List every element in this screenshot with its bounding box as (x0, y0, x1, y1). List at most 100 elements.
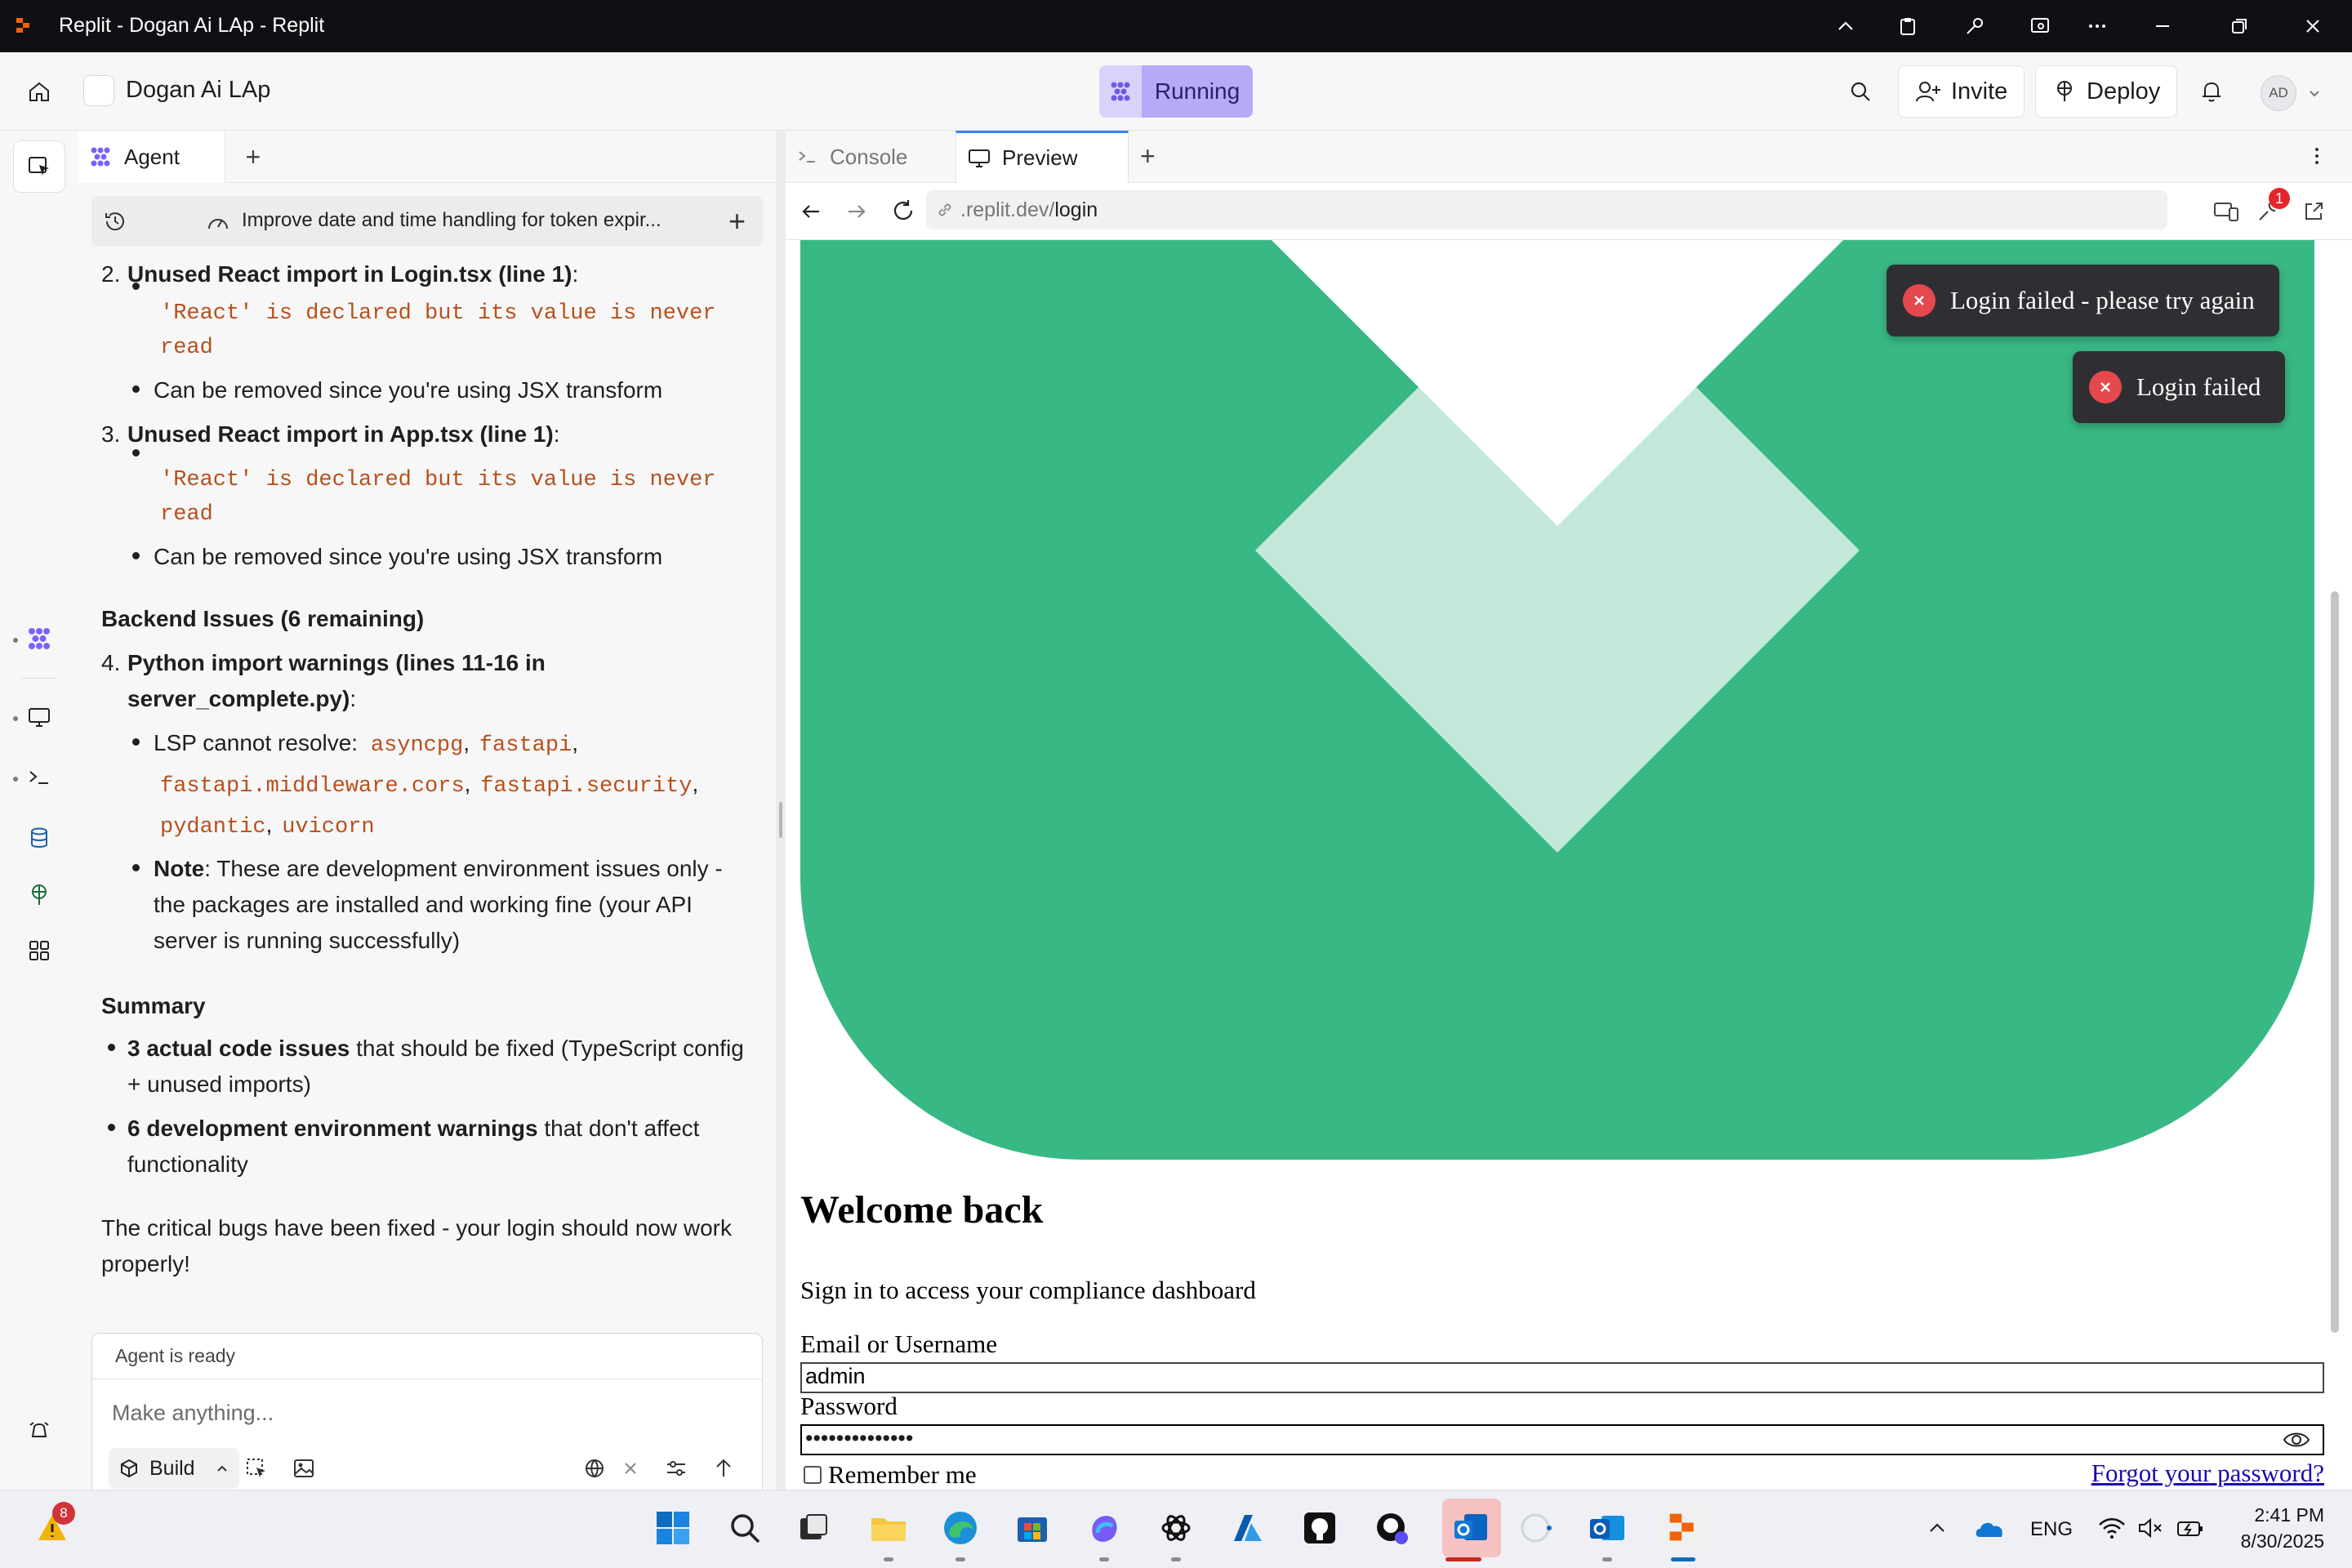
files-cursor-icon[interactable] (13, 140, 65, 193)
onedrive-cloud-icon[interactable] (1968, 1507, 2011, 1549)
device-toggle-icon[interactable] (2213, 199, 2239, 224)
invite-label: Invite (1951, 78, 2008, 105)
new-thread-plus-icon[interactable]: + (728, 207, 746, 236)
windows-start-icon[interactable] (652, 1507, 694, 1549)
clipboard-icon[interactable] (1893, 11, 1922, 41)
send-arrow-icon[interactable] (711, 1456, 736, 1481)
image-upload-icon[interactable] (292, 1456, 316, 1481)
new-tab-plus-icon[interactable]: + (1140, 142, 1156, 170)
remember-me[interactable]: Remember me (804, 1460, 977, 1490)
file-explorer-icon[interactable] (867, 1507, 910, 1549)
bullet (108, 1044, 115, 1051)
search-icon[interactable] (1844, 75, 1877, 108)
more-vertical-icon[interactable] (2305, 144, 2329, 168)
run-status-label: Running (1142, 65, 1253, 118)
active-dot (13, 777, 18, 782)
m365-copilot-icon[interactable] (1083, 1507, 1125, 1549)
summary-text: that don't affect (537, 1116, 700, 1141)
forward-arrow-icon[interactable] (844, 199, 869, 224)
agent-prompt-input[interactable] (110, 1392, 731, 1433)
all-tools-grid-icon[interactable] (21, 933, 57, 969)
deploy-label: Deploy (2087, 78, 2161, 105)
tab-console-label: Console (830, 144, 908, 169)
closing-text: properly! (101, 1251, 190, 1276)
tray-chevron-up-icon[interactable] (1916, 1507, 1958, 1549)
deploy-button[interactable]: Deploy (2035, 65, 2178, 118)
battery-charging-icon[interactable] (2169, 1507, 2212, 1549)
error-toast: Login failed (2073, 351, 2286, 423)
panel-resize-handle[interactable] (776, 131, 786, 1490)
chevron-up-icon[interactable] (1831, 11, 1860, 41)
language-indicator[interactable]: ENG (2030, 1518, 2073, 1541)
preview-monitor-icon[interactable] (21, 699, 57, 735)
azure-icon[interactable] (1227, 1507, 1269, 1549)
deployments-icon[interactable] (21, 877, 57, 913)
select-element-icon[interactable] (244, 1456, 269, 1481)
url-field[interactable]: .replit.dev/login (926, 190, 2167, 229)
outlook-new-icon[interactable] (1442, 1499, 1501, 1557)
avatar[interactable]: AD (2261, 75, 2296, 111)
cast-icon[interactable] (2025, 11, 2055, 41)
bullet (132, 283, 140, 290)
password-field[interactable]: •••••••••••••• (800, 1424, 2324, 1455)
scrollbar-thumb[interactable] (2331, 591, 2339, 1333)
loading-app-icon[interactable] (1514, 1507, 1557, 1549)
agent-icon[interactable] (21, 621, 57, 657)
running-indicator (1171, 1557, 1181, 1561)
github-icon[interactable] (1298, 1507, 1341, 1549)
bullet (132, 864, 140, 871)
task-view-icon[interactable] (792, 1507, 835, 1549)
web-search-icon[interactable] (582, 1456, 607, 1481)
chevron-down-icon[interactable] (2303, 82, 2326, 105)
open-external-icon[interactable] (2301, 199, 2326, 224)
outlook-icon[interactable] (1586, 1507, 1628, 1549)
list-item: LSP cannot resolve: asyncpg, fastapi, (154, 725, 578, 764)
tab-agent[interactable]: Agent (78, 131, 225, 183)
home-icon[interactable] (23, 75, 56, 108)
speaker-muted-icon[interactable] (2130, 1507, 2172, 1549)
wifi-icon[interactable] (2091, 1507, 2133, 1549)
tab-console[interactable]: Console (786, 131, 956, 183)
restore-icon[interactable] (2225, 11, 2254, 41)
bell-icon[interactable] (2195, 75, 2228, 108)
show-password-eye-icon[interactable] (2282, 1428, 2311, 1452)
project-name[interactable]: Dogan Ai LAp (126, 77, 270, 104)
close-window-icon[interactable] (2298, 11, 2328, 41)
key-icon[interactable] (1960, 11, 1989, 41)
bullet (132, 738, 140, 746)
microsoft-store-icon[interactable] (1011, 1507, 1054, 1549)
search-icon[interactable] (724, 1507, 766, 1549)
tab-preview[interactable]: Preview (956, 131, 1129, 183)
history-icon[interactable] (103, 209, 127, 234)
preview-scrollbar[interactable] (2324, 240, 2341, 1490)
chatgpt-icon[interactable] (1155, 1507, 1197, 1549)
remember-me-label: Remember me (828, 1460, 977, 1489)
github-desktop-icon[interactable] (1370, 1507, 1413, 1549)
resize-grip[interactable] (779, 802, 782, 838)
mode-select-button[interactable]: Build (109, 1448, 239, 1489)
run-status-button[interactable]: Running (1099, 65, 1253, 118)
settings-sliders-icon[interactable] (664, 1456, 688, 1481)
replit-taskbar-icon[interactable] (1658, 1502, 1708, 1552)
monitor-icon (968, 148, 991, 169)
reload-icon[interactable] (890, 198, 916, 224)
edge-browser-icon[interactable] (939, 1507, 982, 1549)
thread-bar[interactable]: Improve date and time handling for token… (91, 196, 763, 247)
forgot-password-link[interactable]: Forgot your password? (2091, 1459, 2324, 1488)
active-indicator (1446, 1557, 1481, 1561)
back-arrow-icon[interactable] (799, 199, 823, 224)
list-item: pydantic, uvicorn (160, 807, 375, 845)
agent-panel: Agent + Improve date and time handling f… (78, 131, 776, 1490)
database-icon[interactable] (21, 820, 57, 856)
email-field[interactable]: admin (800, 1362, 2324, 1393)
new-tab-plus-icon[interactable]: + (238, 142, 268, 172)
error-toast: Login failed - please try again (1886, 265, 2279, 336)
more-icon[interactable] (2082, 11, 2112, 41)
help-icon[interactable] (21, 1413, 57, 1449)
system-clock[interactable]: 2:41 PM 8/30/2025 (2226, 1502, 2324, 1554)
remember-me-checkbox[interactable] (804, 1466, 822, 1484)
minimize-icon[interactable] (2148, 11, 2177, 41)
invite-button[interactable]: Invite (1898, 65, 2025, 118)
close-icon[interactable] (621, 1459, 639, 1477)
console-icon[interactable] (21, 760, 57, 795)
